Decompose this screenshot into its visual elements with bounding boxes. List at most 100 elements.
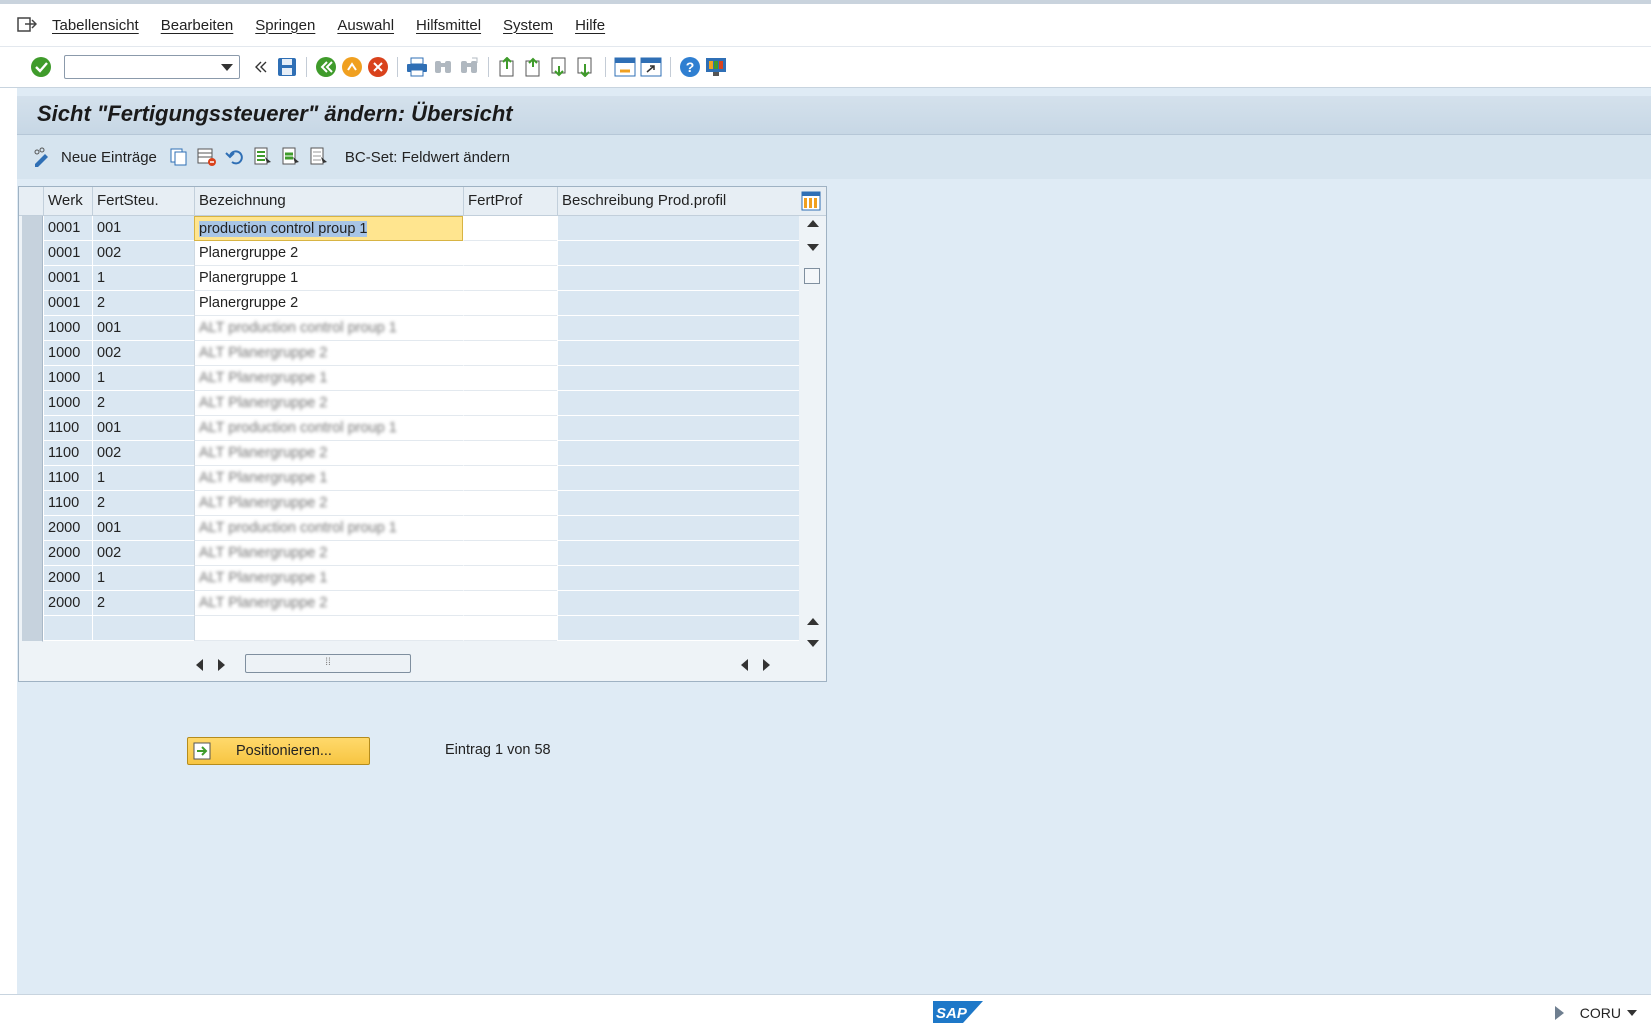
cell-fertprof[interactable] [463,366,557,391]
select-block-icon[interactable] [277,144,305,170]
cell-bezeichnung[interactable]: ALT Planergruppe 1 [194,566,463,591]
table-row[interactable]: 1000 1 ALT Planergruppe 1 [19,366,799,392]
new-entries-button[interactable]: Neue Einträge [61,149,157,166]
cell-fertprof[interactable] [463,316,557,341]
enter-icon[interactable] [28,54,54,80]
row-selector[interactable] [22,566,43,592]
table-row[interactable]: 2000 1 ALT Planergruppe 1 [19,566,799,592]
table-row[interactable]: 1100 1 ALT Planergruppe 1 [19,466,799,492]
horizontal-scrollbar[interactable]: ⁞⁞ [19,649,826,679]
cell-fertprof[interactable] [463,491,557,516]
table-row[interactable]: 2000 2 ALT Planergruppe 2 [19,591,799,617]
table-row[interactable]: 2000 002 ALT Planergruppe 2 [19,541,799,567]
menu-tabellensicht[interactable]: Tabellensicht [52,17,139,34]
cell-bezeichnung[interactable]: Planergruppe 2 [194,291,463,316]
command-field[interactable] [64,55,240,79]
cell-bezeichnung[interactable]: ALT Planergruppe 2 [194,341,463,366]
command-input[interactable] [69,57,223,79]
table-row[interactable]: 0001 001 production control proup 1 [19,216,799,242]
cell-bezeichnung[interactable]: Planergruppe 2 [194,241,463,266]
row-selector[interactable] [22,216,43,242]
chevron-down-icon[interactable] [221,64,233,71]
table-row[interactable]: 1000 001 ALT production control proup 1 [19,316,799,342]
deselect-all-icon[interactable] [305,144,333,170]
cell-bezeichnung[interactable]: ALT Planergruppe 1 [194,366,463,391]
page-down-icon[interactable] [807,640,819,647]
previous-page-icon[interactable] [521,54,547,80]
scroll-left-end-icon[interactable] [741,659,748,671]
undo-icon[interactable] [221,144,249,170]
shortcut-icon[interactable] [638,54,664,80]
table-settings-icon[interactable] [800,190,822,212]
cell-fertprof[interactable] [463,266,557,291]
copy-as-icon[interactable] [165,144,193,170]
row-selector[interactable] [22,391,43,417]
print-icon[interactable] [404,54,430,80]
menu-springen[interactable]: Springen [255,17,315,34]
cell-fertprof[interactable] [463,241,557,266]
cell-bezeichnung[interactable]: ALT Planergruppe 1 [194,466,463,491]
column-header-bezeichnung[interactable]: Bezeichnung [194,187,463,215]
table-row[interactable]: 1000 002 ALT Planergruppe 2 [19,341,799,367]
row-selector[interactable] [22,541,43,567]
row-selector[interactable] [22,316,43,342]
cell-bezeichnung[interactable]: production control proup 1 [194,216,463,241]
row-selector[interactable] [22,416,43,442]
scroll-right-icon[interactable] [218,659,225,671]
cell-bezeichnung[interactable]: ALT Planergruppe 2 [194,591,463,616]
scroll-thumb[interactable] [804,268,820,284]
cell-bezeichnung[interactable] [194,616,463,641]
page-up-icon[interactable] [807,618,819,625]
chevron-down-icon[interactable] [1627,1009,1637,1016]
delete-icon[interactable] [193,144,221,170]
cell-fertprof[interactable] [463,566,557,591]
position-button[interactable]: Positionieren... [187,737,370,765]
scroll-right-end-icon[interactable] [763,659,770,671]
system-id[interactable]: CORU [1580,1005,1621,1021]
row-selector[interactable] [22,241,43,267]
menu-logout-icon[interactable] [16,16,38,34]
column-header-werk[interactable]: Werk [43,187,92,215]
menu-bearbeiten[interactable]: Bearbeiten [161,17,234,34]
row-selector[interactable] [22,466,43,492]
cell-fertprof[interactable] [463,216,557,241]
scroll-up-icon[interactable] [807,220,819,227]
cell-fertprof[interactable] [463,416,557,441]
table-row[interactable]: 1100 002 ALT Planergruppe 2 [19,441,799,467]
cell-bezeichnung[interactable]: ALT production control proup 1 [194,516,463,541]
cell-bezeichnung[interactable]: ALT Planergruppe 2 [194,541,463,566]
cell-fertprof[interactable] [463,541,557,566]
select-all-icon[interactable] [249,144,277,170]
find-icon[interactable] [430,54,456,80]
column-header-beschreibung[interactable]: Beschreibung Prod.profil [557,187,799,215]
save-icon[interactable] [274,54,300,80]
row-selector[interactable] [22,266,43,292]
row-selector[interactable] [22,291,43,317]
table-row[interactable]: 1100 2 ALT Planergruppe 2 [19,491,799,517]
customize-layout-icon[interactable] [703,54,729,80]
find-next-icon[interactable] [456,54,482,80]
cell-fertprof[interactable] [463,291,557,316]
exit-icon[interactable] [339,54,365,80]
scroll-left-icon[interactable] [196,659,203,671]
row-selector[interactable] [22,341,43,367]
row-selector[interactable] [22,516,43,542]
column-header-fertprof[interactable]: FertProf [463,187,557,215]
row-selector[interactable] [22,441,43,467]
column-header-fertsteu[interactable]: FertSteu. [92,187,194,215]
collapse-icon[interactable] [248,54,274,80]
new-entries-icon[interactable] [29,144,57,170]
cancel-icon[interactable] [365,54,391,80]
table-row[interactable]: 0001 002 Planergruppe 2 [19,241,799,267]
scroll-down-icon[interactable] [807,244,819,251]
help-icon[interactable]: ? [677,54,703,80]
bcset-change-field-button[interactable]: BC-Set: Feldwert ändern [345,149,510,166]
row-selector[interactable] [22,491,43,517]
cell-bezeichnung[interactable]: ALT Planergruppe 2 [194,391,463,416]
row-selector[interactable] [22,591,43,617]
last-page-icon[interactable] [573,54,599,80]
first-page-icon[interactable] [495,54,521,80]
menu-auswahl[interactable]: Auswahl [337,17,394,34]
cell-fertprof[interactable] [463,516,557,541]
cell-bezeichnung[interactable]: ALT Planergruppe 2 [194,441,463,466]
